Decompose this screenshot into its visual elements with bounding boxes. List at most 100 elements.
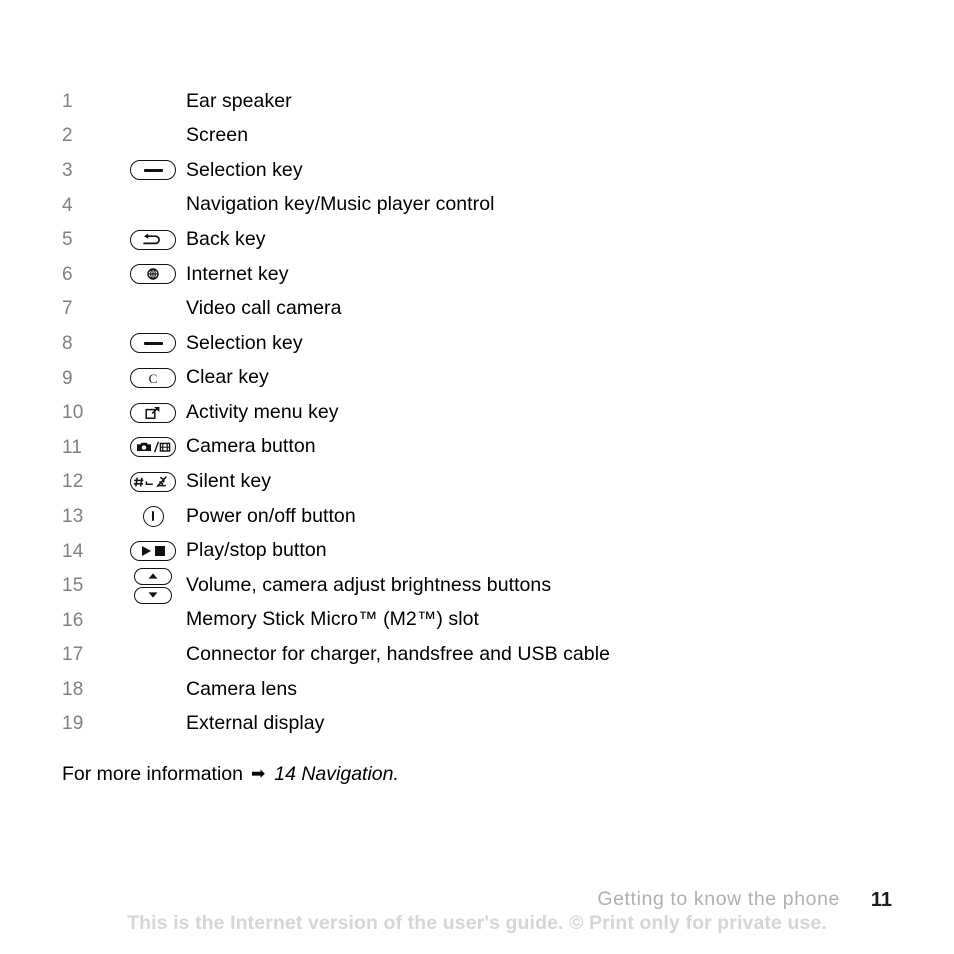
- legend-icon-slot: [120, 257, 186, 291]
- legend-label: Volume, camera adjust brightness buttons: [186, 573, 552, 596]
- volume-down-button-icon: [134, 586, 172, 604]
- legend-label: Ear speaker: [186, 89, 292, 112]
- volume-buttons-icon: [134, 567, 172, 604]
- legend-row: 1 Ear speaker: [62, 84, 882, 119]
- legend-icon-slot-empty: [120, 707, 186, 741]
- legend-icon-slot: [120, 396, 186, 430]
- legend-number: 15: [62, 575, 84, 597]
- legend-row: 7 Video call camera: [62, 292, 882, 327]
- legend-row: 11 Camera button: [62, 430, 882, 465]
- legend-row: 9 C Clear key: [62, 361, 882, 396]
- legend-number: 2: [62, 125, 73, 147]
- legend-icon-slot: [120, 567, 186, 604]
- legend-row: 8 Selection key: [62, 326, 882, 361]
- legend-number: 19: [62, 713, 84, 735]
- legend-row: 13 Power on/off button: [62, 499, 882, 534]
- legend-number: 16: [62, 609, 84, 631]
- legend-label: Navigation key/Music player control: [186, 193, 495, 216]
- legend-label: External display: [186, 712, 325, 735]
- legend-label: Connector for charger, handsfree and USB…: [186, 643, 610, 666]
- triangle-down-icon: [148, 592, 158, 598]
- cross-reference-target[interactable]: 14 Navigation.: [274, 764, 399, 785]
- legend-icon-slot: [120, 153, 186, 187]
- legend-number: 13: [62, 505, 84, 527]
- footer-chapter-title: Getting to know the phone: [597, 888, 840, 910]
- legend-icon-slot-empty: [120, 84, 186, 118]
- cross-reference-line: For more information ➡ 14 Navigation.: [62, 763, 399, 785]
- legend-label: Silent key: [186, 470, 272, 493]
- legend-row: 12 Silent key: [62, 465, 882, 500]
- legend-label: Camera lens: [186, 677, 298, 700]
- legend-label: Selection key: [186, 158, 303, 181]
- legend-icon-slot-empty: [120, 603, 186, 637]
- legend-label: Memory Stick Micro™ (M2™) slot: [186, 608, 479, 631]
- legend-label: Activity menu key: [186, 400, 339, 423]
- legend-icon-slot: [120, 465, 186, 499]
- legend-row: 18 Camera lens: [62, 672, 882, 707]
- right-arrow-icon: ➡: [250, 764, 266, 783]
- legend-number: 9: [62, 367, 73, 389]
- legend-icon-slot-empty: [120, 292, 186, 326]
- legend-row: 16 Memory Stick Micro™ (M2™) slot: [62, 603, 882, 638]
- legend-number: 10: [62, 402, 84, 424]
- legend-row: 4 Navigation key/Music player control: [62, 188, 882, 223]
- globe-glyph: [147, 268, 159, 280]
- legend-icon-slot: [120, 326, 186, 360]
- play-stop-glyph-row: [141, 546, 165, 557]
- legend-number: 7: [62, 298, 73, 320]
- cross-reference-lead-text: For more information: [62, 763, 243, 785]
- legend-number: 3: [62, 159, 73, 181]
- legend-row: 15 Volume, camera adjust brightness butt…: [62, 567, 882, 604]
- back-key-icon: [130, 229, 176, 250]
- legend-label: Screen: [186, 124, 249, 147]
- legend-number: 14: [62, 540, 84, 562]
- legend-number: 8: [62, 332, 73, 354]
- power-bar-glyph: [151, 511, 155, 522]
- clear-key-letter: C: [148, 370, 158, 386]
- legend-icon-slot: [120, 223, 186, 257]
- legend-label: Internet key: [186, 262, 289, 285]
- legend-number: 12: [62, 471, 84, 493]
- phone-parts-legend-list: 1 Ear speaker 2 Screen 3 Selection key 4…: [62, 84, 882, 741]
- legend-number: 5: [62, 229, 73, 251]
- internet-key-icon: [130, 264, 176, 285]
- legend-icon-slot: [120, 430, 186, 464]
- legend-number: 17: [62, 644, 84, 666]
- open-window-arrow-glyph: [145, 406, 160, 419]
- legend-label: Power on/off button: [186, 504, 356, 527]
- legend-label: Video call camera: [186, 297, 342, 320]
- legend-icon-slot: [120, 499, 186, 533]
- legend-label: Back key: [186, 227, 266, 250]
- legend-icon-slot: C: [120, 361, 186, 395]
- legend-label: Camera button: [186, 435, 316, 458]
- muted-note-glyph: [156, 475, 167, 488]
- camera-video-glyph: [137, 441, 171, 453]
- legend-icon-slot-empty: [120, 672, 186, 706]
- legend-row: 5 Back key: [62, 222, 882, 257]
- footer-watermark-notice: This is the Internet version of the user…: [127, 912, 827, 934]
- legend-icon-slot-empty: [120, 188, 186, 222]
- power-button-icon: [142, 505, 164, 527]
- legend-number: 1: [62, 90, 73, 112]
- legend-row: 2 Screen: [62, 119, 882, 154]
- legend-number: 6: [62, 263, 73, 285]
- back-arrow-glyph: [143, 233, 160, 244]
- legend-label: Selection key: [186, 331, 303, 354]
- activity-menu-key-icon: [130, 402, 176, 423]
- manual-page: 1 Ear speaker 2 Screen 3 Selection key 4…: [0, 0, 954, 954]
- legend-icon-slot: [120, 534, 186, 568]
- legend-number: 11: [62, 436, 83, 458]
- legend-number: 4: [62, 194, 73, 216]
- legend-number: 18: [62, 678, 84, 700]
- clear-key-icon: C: [130, 368, 176, 389]
- camera-button-icon: [130, 437, 176, 458]
- legend-row: 17 Connector for charger, handsfree and …: [62, 638, 882, 673]
- selection-key-icon: [130, 333, 176, 354]
- hash-mute-glyph: [133, 475, 167, 488]
- legend-row: 10 Activity menu key: [62, 395, 882, 430]
- legend-icon-slot-empty: [120, 119, 186, 153]
- legend-row: 19 External display: [62, 707, 882, 742]
- selection-key-dash: [143, 169, 163, 172]
- triangle-up-icon: [148, 573, 158, 579]
- play-triangle-icon: [141, 546, 151, 557]
